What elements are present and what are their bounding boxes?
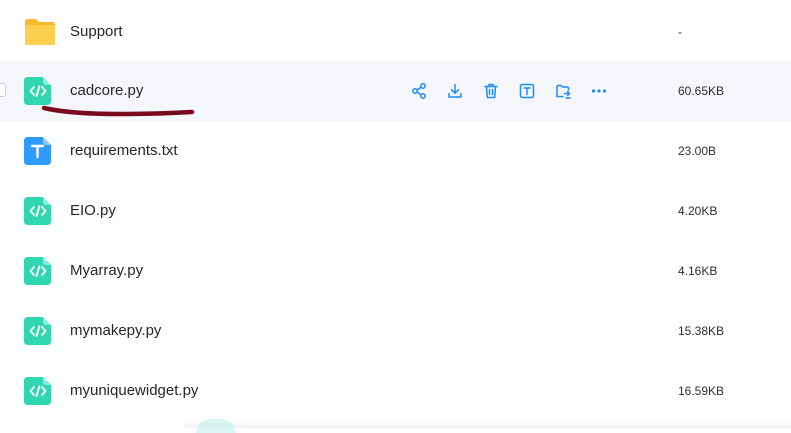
share-icon[interactable] [410,82,428,100]
folder-icon [24,18,55,46]
file-size: 4.16KB [678,264,718,278]
file-row-requirements[interactable]: requirements.txt 23.00B [0,121,791,181]
code-file-icon [24,77,52,105]
floating-button-edge[interactable] [196,419,236,433]
file-size: 16.59KB [678,384,725,398]
file-row-mymakepy[interactable]: mymakepy.py 15.38KB [0,301,791,361]
file-name[interactable]: mymakepy.py [70,321,161,341]
row-checkbox[interactable] [0,83,6,97]
file-name[interactable]: myuniquewidget.py [70,381,198,401]
file-row-eio[interactable]: EIO.py 4.20KB [0,181,791,241]
file-row-support[interactable]: Support - [0,2,791,62]
file-size: 4.20KB [678,204,718,218]
file-name[interactable]: Support [70,22,123,42]
file-size: - [678,25,682,39]
code-file-icon [24,317,52,345]
file-row-cadcore[interactable]: cadcore.py 60.65KB [0,61,791,121]
code-file-icon [24,377,52,405]
code-file-icon [24,257,52,285]
download-icon[interactable] [446,82,464,100]
bottom-toolbar-edge [185,420,791,428]
file-name[interactable]: Myarray.py [70,261,143,281]
move-icon[interactable] [554,82,572,100]
trash-icon[interactable] [482,82,500,100]
file-size: 23.00B [678,144,717,158]
file-list: Support - cadcore.py 60.65KB requirement… [0,0,791,433]
file-row-myarray[interactable]: Myarray.py 4.16KB [0,241,791,301]
file-name[interactable]: requirements.txt [70,141,178,161]
file-row-myuniquewidget[interactable]: myuniquewidget.py 16.59KB [0,361,791,421]
text-file-icon [24,137,52,165]
more-icon[interactable] [590,82,608,100]
rename-icon[interactable] [518,82,536,100]
file-name[interactable]: EIO.py [70,201,116,221]
file-size: 60.65KB [678,84,725,98]
file-name[interactable]: cadcore.py [70,81,143,101]
file-size: 15.38KB [678,324,725,338]
code-file-icon [24,197,52,225]
